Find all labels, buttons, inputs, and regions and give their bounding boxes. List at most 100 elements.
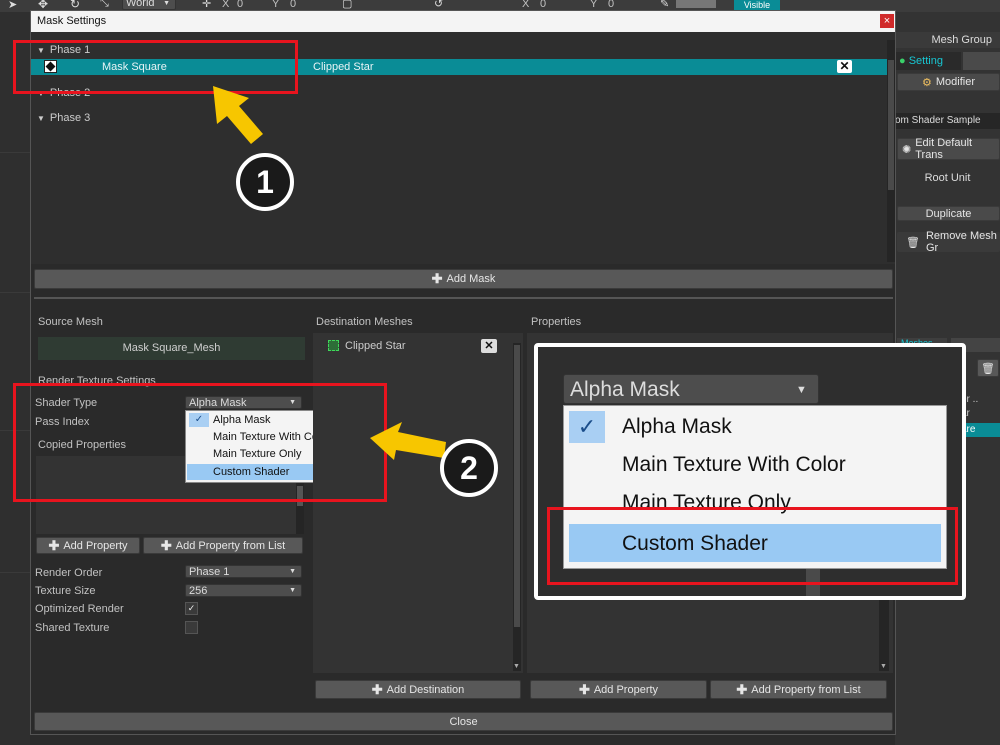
size-icon: ▢ <box>342 0 353 10</box>
zoom-dropdown: Alpha Mask ▼ <box>563 374 819 404</box>
position-icon: ✛ <box>202 0 212 10</box>
setting-tab[interactable]: ● Setting <box>895 52 961 70</box>
step-1-badge: 1 <box>236 153 294 211</box>
add-destination-label: Add Destination <box>386 683 465 696</box>
transform-icon: ✺ <box>902 143 912 156</box>
mesh-list-item-3[interactable]: are <box>961 423 1000 437</box>
y2-value[interactable]: 0 <box>608 0 614 10</box>
edit-default-transform-button[interactable]: ✺ Edit Default Trans <box>897 137 1000 161</box>
step-2-badge: 2 <box>440 439 498 497</box>
scroll-down-icon[interactable]: ▼ <box>880 663 887 670</box>
source-mesh-name: Mask Square_Mesh <box>38 337 305 360</box>
add-property-label: Add Property <box>593 683 659 696</box>
add-property-from-list-label: Add Property from List <box>751 683 861 696</box>
scale-tool-icon[interactable]: ⤡ <box>100 0 109 10</box>
setting-tab-label: Setting <box>908 55 943 67</box>
texture-size-label: Texture Size <box>35 585 96 597</box>
add-copied-property-from-list-button[interactable]: ✚ Add Property from List <box>143 537 303 554</box>
visible-toggle[interactable]: Visible <box>734 0 780 10</box>
y-value[interactable]: 0 <box>290 0 296 10</box>
zoom-option-alpha-mask: Alpha Mask <box>622 415 732 438</box>
destination-scrollbar[interactable]: ▼ <box>513 343 521 671</box>
zoom-dropdown-value: Alpha Mask <box>570 378 680 401</box>
close-button[interactable]: Close <box>34 712 893 731</box>
zoom-check-icon: ✓ <box>569 411 605 443</box>
remove-destination-button[interactable]: ✕ <box>481 339 497 353</box>
shader-name-field[interactable]: om Shader Sample <box>895 113 1000 129</box>
left-viewport-strip <box>0 12 30 745</box>
color-swatch[interactable] <box>676 0 716 8</box>
destination-item[interactable]: Clipped Star ✕ <box>313 338 503 354</box>
arrow-2-icon <box>370 422 446 460</box>
modifier-label: Modifier <box>935 76 975 88</box>
add-mask-label: Add Mask <box>446 273 496 285</box>
arrow-1-icon <box>213 86 263 144</box>
mask-destination-name: Clipped Star <box>313 61 374 73</box>
root-unit-label: Root Unit <box>924 172 971 184</box>
x-value[interactable]: 0 <box>237 0 243 10</box>
shared-texture-label: Shared Texture <box>35 622 110 634</box>
phase-3-header[interactable]: ▼ Phase 3 <box>37 112 90 124</box>
pen-icon: ✎ <box>660 0 670 10</box>
texture-size-dropdown[interactable]: 256 ▼ <box>185 584 302 597</box>
plus-icon: ✚ <box>160 537 172 553</box>
optimized-render-checkbox[interactable]: ✓ <box>185 602 198 615</box>
highlight-shader-type <box>13 383 387 502</box>
destination-item-label: Clipped Star <box>345 340 406 352</box>
texture-size-value: 256 <box>189 584 208 597</box>
trash-icon: 🗑 <box>906 236 920 249</box>
phases-scrollbar[interactable] <box>887 40 895 262</box>
delete-mesh-icon[interactable]: 🗑 <box>977 359 999 377</box>
zoom-option-main-texture-with-color: Main Texture With Color <box>622 453 846 476</box>
add-property-from-list-button[interactable]: ✚ Add Property from List <box>710 680 887 699</box>
render-order-value: Phase 1 <box>189 565 230 578</box>
space-dropdown-label: World <box>126 0 155 9</box>
plus-icon: ✚ <box>431 271 443 286</box>
plus-icon: ✚ <box>48 537 60 553</box>
scroll-down-icon[interactable]: ▼ <box>513 663 520 670</box>
duplicate-button[interactable]: Duplicate <box>897 206 1000 221</box>
divider <box>34 297 893 299</box>
add-copied-property-from-list-label: Add Property from List <box>175 539 286 552</box>
source-mesh-header: Source Mesh <box>38 316 103 328</box>
dialog-close-button[interactable]: × <box>880 14 894 28</box>
modifier-icon: ⚙ <box>922 76 932 89</box>
render-order-dropdown[interactable]: Phase 1 ▼ <box>185 565 302 578</box>
rotation-icon: ↺ <box>434 0 444 10</box>
destination-meshes-header: Destination Meshes <box>316 316 413 328</box>
edit-default-transform-label: Edit Default Trans <box>915 137 973 161</box>
plus-icon: ✚ <box>578 681 590 697</box>
phase-3-label: Phase 3 <box>49 112 91 124</box>
properties-header: Properties <box>531 316 582 328</box>
remove-mesh-group-button[interactable]: 🗑 Remove Mesh Gr <box>897 230 1000 254</box>
render-order-label: Render Order <box>35 567 103 579</box>
dialog-title: Mask Settings <box>37 15 107 27</box>
y-label: Y <box>272 0 280 10</box>
plus-icon: ✚ <box>736 681 748 697</box>
highlight-custom-shader-zoom <box>547 507 958 585</box>
mesh-icon <box>328 340 339 351</box>
expand-triangle-icon: ▼ <box>37 114 45 123</box>
x2-value[interactable]: 0 <box>540 0 546 10</box>
add-property-button[interactable]: ✚ Add Property <box>530 680 707 699</box>
mesh-group-header: Mesh Group <box>895 32 1000 48</box>
modifier-button[interactable]: ⚙ Modifier <box>897 73 1000 91</box>
shared-texture-checkbox[interactable] <box>185 621 198 634</box>
add-copied-property-button[interactable]: ✚ Add Property <box>36 537 140 554</box>
space-dropdown[interactable]: World ▼ <box>122 0 176 10</box>
add-copied-property-label: Add Property <box>63 539 128 552</box>
add-mask-button[interactable]: ✚ Add Mask <box>34 269 893 289</box>
y2-label: Y <box>590 0 598 10</box>
cursor-tool-icon[interactable]: ➤ <box>8 0 17 11</box>
remove-mesh-group-label: Remove Mesh Gr <box>925 230 997 254</box>
chevron-down-icon: ▼ <box>796 384 807 396</box>
plus-icon: ✚ <box>371 681 383 697</box>
add-destination-button[interactable]: ✚ Add Destination <box>315 680 521 699</box>
x2-label: X <box>522 0 530 10</box>
remove-mask-button[interactable]: ✕ <box>837 60 852 73</box>
dialog-title-bar: Mask Settings × <box>31 11 895 32</box>
optimized-render-label: Optimized Render <box>35 603 124 615</box>
setting-tab-dot-icon: ● <box>899 55 906 67</box>
x-label: X <box>222 0 230 10</box>
other-tab[interactable] <box>963 52 1000 70</box>
